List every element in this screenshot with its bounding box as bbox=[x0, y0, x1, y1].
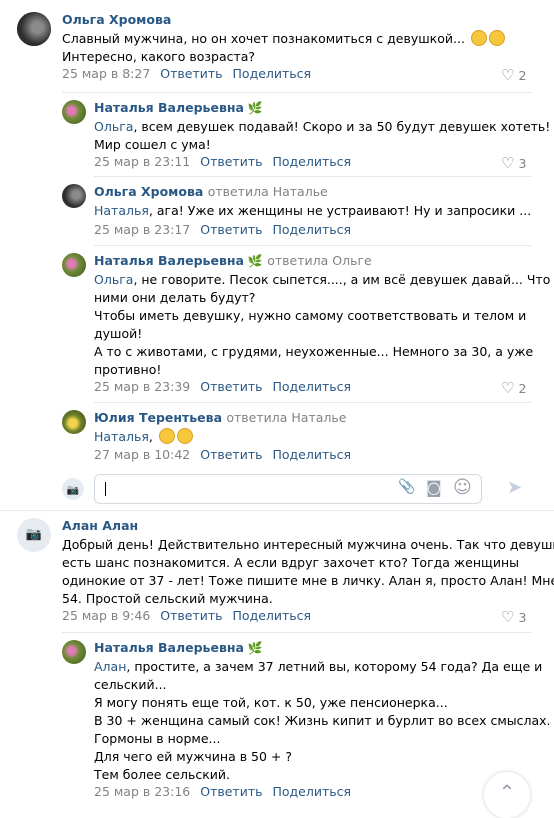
comment-author[interactable]: Наталья Валерьевна 🌿 ответила Ольге bbox=[94, 253, 372, 268]
comment-text: Добрый день! Действительно интересный му… bbox=[62, 537, 554, 606]
mention-link[interactable]: Наталья bbox=[94, 203, 149, 218]
comment-date[interactable]: 25 мар в 23:16 bbox=[94, 784, 190, 799]
avatar[interactable] bbox=[62, 640, 86, 664]
comment-meta: 25 мар в 8:27 Ответить Поделиться bbox=[62, 66, 311, 81]
comment-text: Наталья, ага! Уже их женщины не устраива… bbox=[94, 203, 532, 218]
photo-icon[interactable]: ◙ bbox=[426, 478, 442, 497]
share-button[interactable]: Поделиться bbox=[272, 379, 351, 394]
mention-link[interactable]: Алан bbox=[94, 659, 126, 674]
emoji-icon bbox=[176, 428, 193, 444]
send-icon[interactable]: ➤ bbox=[507, 477, 522, 498]
comment-text: Славный мужчина, но он хочет познакомить… bbox=[62, 30, 505, 66]
like-button[interactable]: ♡ 3 bbox=[501, 608, 526, 626]
comment-date[interactable]: 27 мар в 10:42 bbox=[94, 447, 190, 462]
scroll-to-top-button[interactable]: ⌃ bbox=[484, 772, 530, 818]
divider bbox=[62, 632, 532, 633]
comment-author[interactable]: Алан Алан bbox=[62, 518, 138, 533]
reply-button[interactable]: Ответить bbox=[200, 784, 262, 799]
divider bbox=[94, 176, 532, 177]
comment-text: Алан, простите, а зачем 37 летний вы, ко… bbox=[94, 659, 551, 782]
avatar[interactable] bbox=[62, 100, 86, 124]
leaf-icon: 🌿 bbox=[247, 641, 263, 655]
mention-link[interactable]: Наталья bbox=[94, 429, 149, 444]
comment-author[interactable]: Ольга Хромова bbox=[62, 12, 171, 27]
share-button[interactable]: Поделиться bbox=[233, 608, 312, 623]
mention-link[interactable]: Ольга bbox=[94, 272, 133, 287]
smile-icon[interactable]: ☺ bbox=[453, 477, 472, 498]
share-button[interactable]: Поделиться bbox=[272, 784, 351, 799]
avatar[interactable] bbox=[62, 410, 86, 434]
leaf-icon: 🌿 bbox=[247, 101, 263, 115]
share-button[interactable]: Поделиться bbox=[272, 222, 351, 237]
reply-input[interactable]: 📎 ◙ ☺ bbox=[94, 474, 482, 504]
comment-date[interactable]: 25 мар в 23:39 bbox=[94, 379, 190, 394]
comment-author[interactable]: Юлия Терентьева ответила Наталье bbox=[94, 410, 346, 425]
emoji-icon bbox=[488, 30, 505, 46]
emoji-icon bbox=[158, 428, 175, 444]
like-button[interactable]: ♡ 3 bbox=[501, 154, 526, 172]
mention-link[interactable]: Ольга bbox=[94, 119, 133, 134]
comment-author[interactable]: Ольга Хромова ответила Наталье bbox=[94, 184, 328, 199]
comment-text: Ольга, не говорите. Песок сыпется...., а… bbox=[94, 272, 554, 377]
avatar[interactable] bbox=[17, 12, 51, 46]
heart-icon: ♡ bbox=[501, 608, 515, 626]
comment-author[interactable]: Наталья Валерьевна 🌿 bbox=[94, 640, 263, 655]
comment-meta: 25 мар в 9:46 Ответить Поделиться bbox=[62, 608, 311, 623]
reply-button[interactable]: Ответить bbox=[200, 447, 262, 462]
reply-to-label: ответила Наталье bbox=[207, 184, 328, 199]
share-button[interactable]: Поделиться bbox=[272, 447, 351, 462]
reply-button[interactable]: Ответить bbox=[200, 154, 262, 169]
share-button[interactable]: Поделиться bbox=[233, 66, 312, 81]
avatar[interactable] bbox=[62, 253, 86, 277]
heart-icon: ♡ bbox=[501, 379, 515, 397]
camera-icon[interactable]: 📷 bbox=[62, 478, 84, 500]
reply-button[interactable]: Ответить bbox=[200, 379, 262, 394]
comment-date[interactable]: 25 мар в 23:17 bbox=[94, 222, 190, 237]
comment-text: Ольга, всем девушек подавай! Скоро и за … bbox=[94, 119, 551, 152]
chevron-up-icon: ⌃ bbox=[498, 780, 516, 804]
reply-to-label: ответила Наталье bbox=[226, 410, 347, 425]
like-button[interactable]: ♡ 2 bbox=[501, 379, 526, 397]
like-button[interactable]: ♡ 2 bbox=[501, 66, 526, 84]
heart-icon: ♡ bbox=[501, 154, 515, 172]
avatar[interactable] bbox=[62, 184, 86, 208]
heart-icon: ♡ bbox=[501, 66, 515, 84]
divider bbox=[62, 92, 532, 93]
share-button[interactable]: Поделиться bbox=[272, 154, 351, 169]
comment-meta: 25 мар в 23:11 Ответить Поделиться bbox=[94, 154, 351, 169]
comment-meta: 25 мар в 23:17 Ответить Поделиться bbox=[94, 222, 351, 237]
comment-meta: 25 мар в 23:39 Ответить Поделиться bbox=[94, 379, 351, 394]
comment-author[interactable]: Наталья Валерьевна 🌿 bbox=[94, 100, 263, 115]
comment-date[interactable]: 25 мар в 9:46 bbox=[62, 608, 150, 623]
comment-meta: 25 мар в 23:16 Ответить Поделиться bbox=[94, 784, 351, 799]
comment-date[interactable]: 25 мар в 8:27 bbox=[62, 66, 150, 81]
comment-meta: 27 мар в 10:42 Ответить Поделиться bbox=[94, 447, 351, 462]
avatar[interactable]: 📷 bbox=[17, 518, 51, 552]
reply-button[interactable]: Ответить bbox=[160, 66, 222, 81]
reply-to-label: ответила Ольге bbox=[267, 253, 372, 268]
comment-text: Наталья, bbox=[94, 428, 193, 446]
reply-button[interactable]: Ответить bbox=[200, 222, 262, 237]
comment-date[interactable]: 25 мар в 23:11 bbox=[94, 154, 190, 169]
camera-icon: 📷 bbox=[25, 527, 43, 542]
leaf-icon: 🌿 bbox=[247, 254, 263, 268]
reply-button[interactable]: Ответить bbox=[160, 608, 222, 623]
text-cursor bbox=[105, 482, 106, 496]
attach-icon[interactable]: 📎 bbox=[398, 479, 415, 495]
divider bbox=[0, 510, 554, 511]
emoji-icon bbox=[470, 30, 487, 46]
divider bbox=[94, 245, 532, 246]
divider bbox=[94, 402, 532, 403]
